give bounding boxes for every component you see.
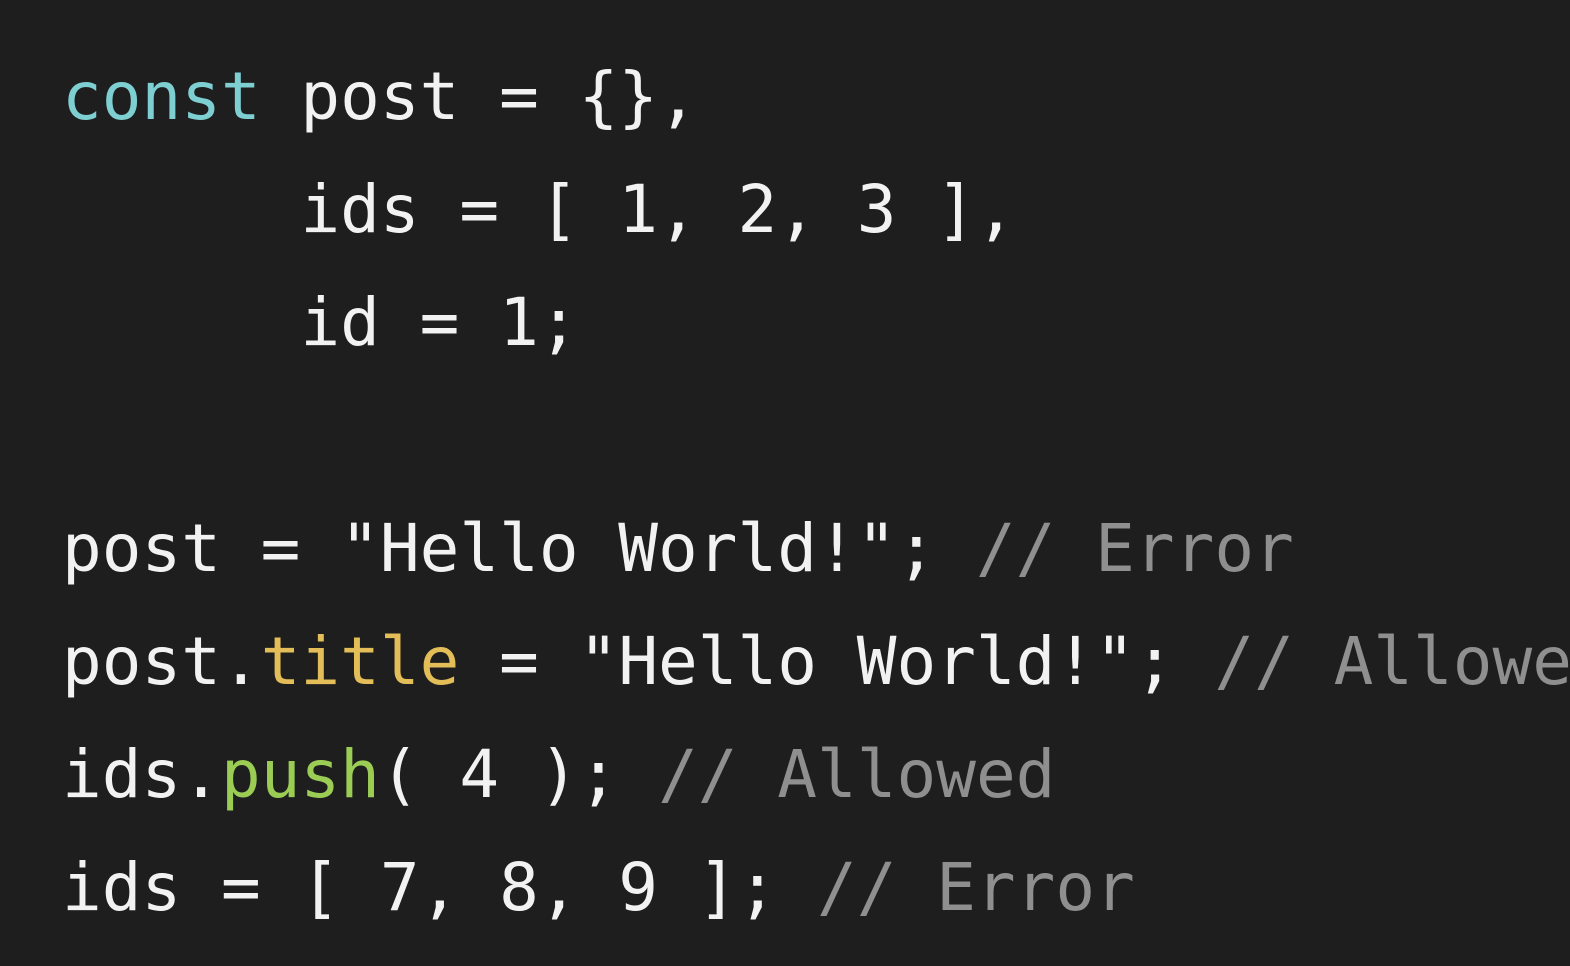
code-comment: // Allowed [658,736,1056,813]
code-line-3: id = 1; [62,266,1552,379]
code-token: post. [62,623,261,700]
code-line-8: ids = [ 7, 8, 9 ]; // Error [62,831,1552,944]
code-token: post = "Hello World!"; [62,510,976,587]
code-line-1: const post = {}, [62,40,1552,153]
code-token: id = 1; [62,284,579,361]
code-token: = "Hello World!"; [459,623,1215,700]
code-token: ids = [ 7, 8, 9 ]; [62,849,817,926]
code-comment: // Allowed [1214,623,1570,700]
code-method: push [220,736,380,813]
code-comment: // Error [975,510,1294,587]
code-line-6: post.title = "Hello World!"; // Allowed [62,605,1570,718]
code-comment: // Error [816,849,1135,926]
code-line-7: ids.push( 4 ); // Allowed [62,718,1552,831]
code-token: ( 4 ); [379,736,659,813]
code-token: ids. [62,736,221,813]
code-editor: const post = {}, ids = [ 1, 2, 3 ], id =… [62,40,1570,944]
code-token: ids = [ 1, 2, 3 ], [62,171,1016,248]
code-token: post = {}, [260,58,698,135]
code-token: const [62,58,261,135]
code-property: title [260,623,460,700]
code-line-5: post = "Hello World!"; // Error [62,492,1552,605]
code-line-2: ids = [ 1, 2, 3 ], [62,153,1552,266]
